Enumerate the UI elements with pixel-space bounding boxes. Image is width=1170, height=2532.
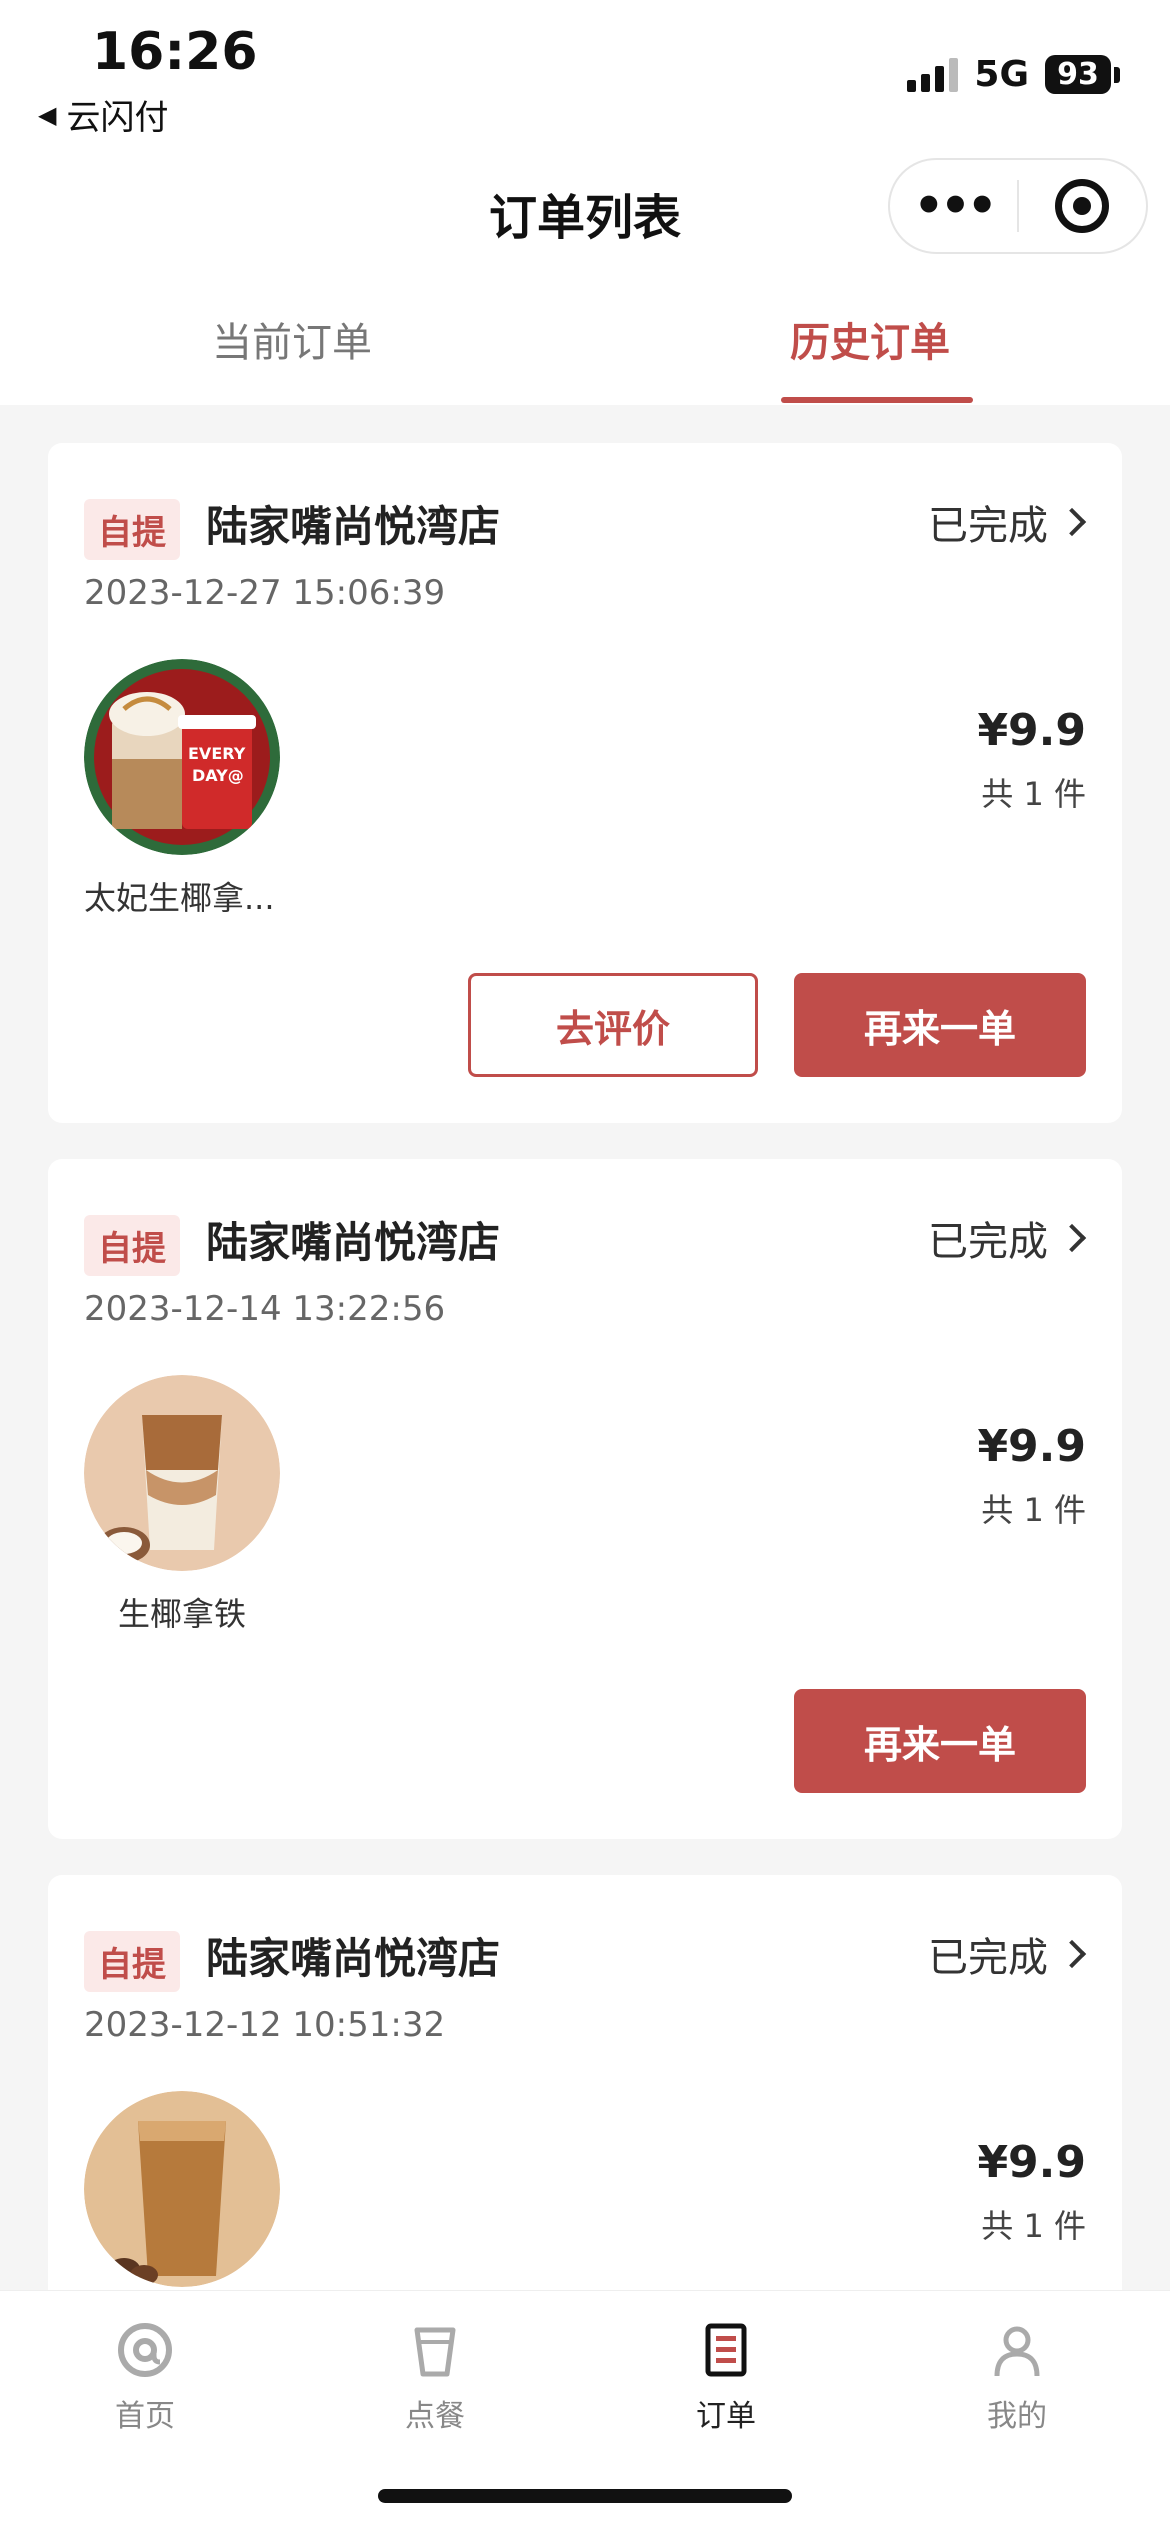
order-price: ¥9.9	[977, 1421, 1086, 1472]
store-name: 陆家嘴尚悦湾店	[206, 1934, 501, 1983]
svg-text:DAY@: DAY@	[192, 766, 244, 785]
signal-icon	[907, 57, 959, 92]
store-name: 陆家嘴尚悦湾店	[206, 502, 501, 551]
product-image: EVERY DAY@	[84, 659, 280, 855]
top-header-area: 16:26 ◀ 云闪付 5G 93 订单列表 ••• 当前订单 历史订单	[0, 0, 1170, 405]
product-name: 生椰拿铁	[117, 1595, 246, 1633]
tabbar-label: 点餐	[405, 2399, 465, 2434]
battery-level: 93	[1045, 55, 1111, 94]
order-price: ¥9.9	[977, 2137, 1086, 2188]
battery-icon: 93	[1045, 55, 1120, 94]
tabbar-item-order-food[interactable]: 点餐	[345, 2315, 525, 2435]
tabbar-label: 订单	[696, 2399, 756, 2434]
order-status-link[interactable]: 已完成	[928, 493, 1087, 551]
cup-icon	[400, 2315, 470, 2385]
reorder-button[interactable]: 再来一单	[794, 973, 1086, 1077]
order-card[interactable]: 自提 陆家嘴尚悦湾店 已完成 2023-12-27 15:06:39 EVERY…	[48, 443, 1122, 1123]
network-type: 5G	[974, 54, 1029, 95]
product-name: 太妃生椰拿...	[84, 879, 275, 917]
chevron-right-icon	[1057, 507, 1087, 537]
chevron-right-icon	[1057, 1939, 1087, 1969]
order-price: ¥9.9	[977, 705, 1086, 756]
order-card[interactable]: 自提 陆家嘴尚悦湾店 已完成 2023-12-14 13:22:56 生椰拿铁 …	[48, 1159, 1122, 1839]
back-arrow-icon: ◀	[38, 100, 57, 129]
order-status: 已完成	[928, 503, 1048, 549]
review-button[interactable]: 去评价	[468, 973, 758, 1077]
tabbar-label: 首页	[115, 2399, 175, 2434]
back-to-app-link[interactable]: ◀ 云闪付	[38, 90, 168, 139]
order-status-link[interactable]: 已完成	[928, 1209, 1087, 1267]
order-quantity: 共 1 件	[981, 775, 1086, 813]
tabbar-item-profile[interactable]: 我的	[927, 2315, 1107, 2435]
status-time: 16:26	[92, 22, 258, 82]
tabbar-label: 我的	[987, 2399, 1047, 2434]
miniprogram-capsule: •••	[888, 158, 1148, 254]
order-quantity: 共 1 件	[981, 2207, 1086, 2245]
order-status: 已完成	[928, 1219, 1048, 1265]
order-list-icon	[691, 2315, 761, 2385]
more-dots-icon[interactable]: •••	[890, 182, 1017, 230]
tabbar-item-home[interactable]: 首页	[55, 2315, 235, 2435]
order-status-link[interactable]: 已完成	[928, 1925, 1087, 1983]
store-name: 陆家嘴尚悦湾店	[206, 1218, 501, 1267]
home-indicator	[378, 2489, 792, 2503]
tab-history-orders[interactable]: 历史订单	[790, 310, 950, 368]
product-image	[84, 2091, 280, 2287]
reorder-button[interactable]: 再来一单	[794, 1689, 1086, 1793]
product-image	[84, 1375, 280, 1571]
order-datetime: 2023-12-12 10:51:32	[84, 2005, 446, 2045]
tabbar-item-orders[interactable]: 订单	[636, 2315, 816, 2435]
target-icon[interactable]	[1019, 179, 1146, 233]
pickup-tag: 自提	[84, 1931, 180, 1992]
active-tab-indicator	[781, 397, 973, 403]
order-datetime: 2023-12-27 15:06:39	[84, 573, 446, 613]
status-indicators: 5G 93	[907, 54, 1120, 95]
order-status: 已完成	[928, 1935, 1048, 1981]
profile-icon	[982, 2315, 1052, 2385]
svg-text:EVERY: EVERY	[188, 744, 246, 763]
order-quantity: 共 1 件	[981, 1491, 1086, 1529]
order-datetime: 2023-12-14 13:22:56	[84, 1289, 446, 1329]
tab-current-orders[interactable]: 当前订单	[212, 310, 372, 368]
pickup-tag: 自提	[84, 1215, 180, 1276]
back-app-label: 云闪付	[66, 98, 169, 138]
chevron-right-icon	[1057, 1223, 1087, 1253]
pickup-tag: 自提	[84, 499, 180, 560]
home-icon	[110, 2315, 180, 2385]
